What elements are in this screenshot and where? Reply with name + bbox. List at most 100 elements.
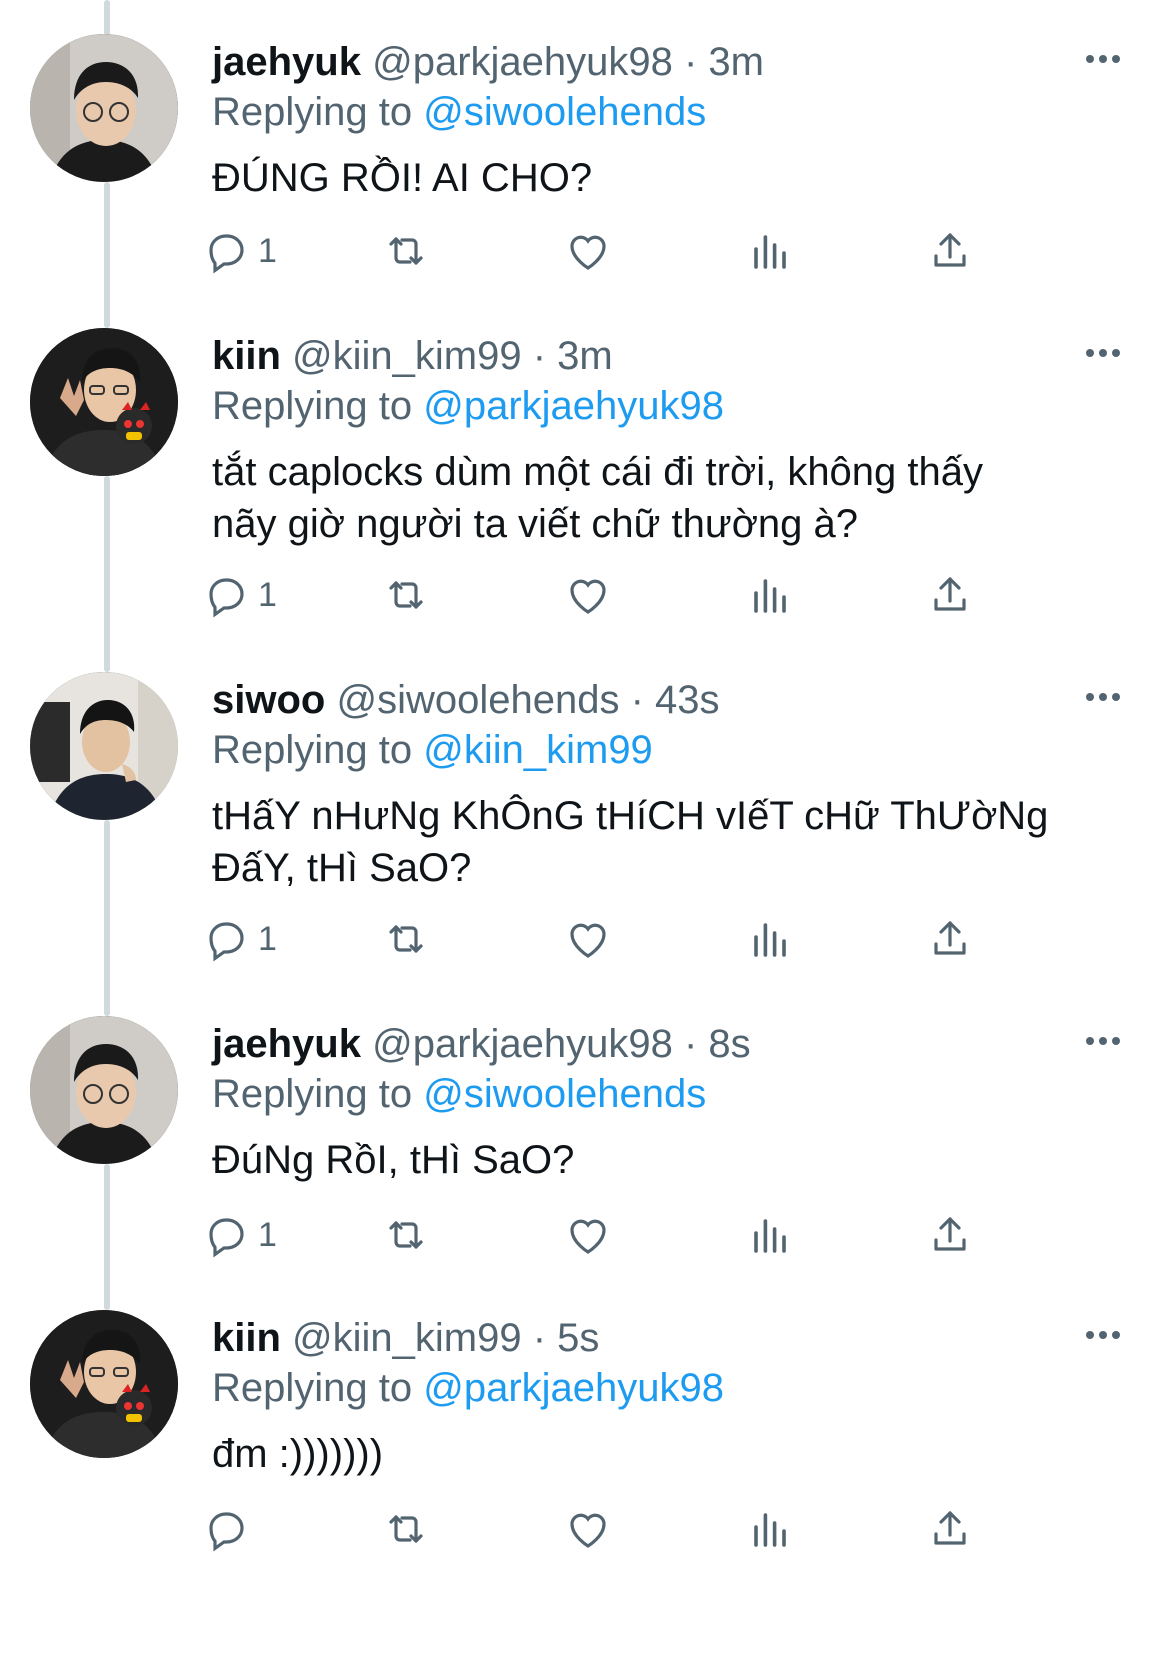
analytics-button[interactable] xyxy=(746,1504,794,1554)
more-icon[interactable] xyxy=(1086,1032,1126,1052)
analytics-icon xyxy=(754,579,786,613)
share-button[interactable] xyxy=(926,1210,974,1260)
thread-line xyxy=(104,0,110,36)
separator-dot: · xyxy=(521,334,558,378)
reply-icon xyxy=(209,578,244,618)
more-icon[interactable] xyxy=(1086,688,1126,708)
retweet-button[interactable] xyxy=(382,1504,430,1554)
retweet-icon xyxy=(389,1515,423,1543)
separator-dot: · xyxy=(672,40,709,84)
heart-icon xyxy=(570,579,606,614)
replying-to: Replying to @siwoolehends xyxy=(212,86,706,138)
reply-button[interactable]: 1 xyxy=(202,226,277,276)
action-bar: 1 xyxy=(209,226,1072,276)
mention-link[interactable]: @siwoolehends xyxy=(423,1072,706,1116)
share-button[interactable] xyxy=(926,1504,974,1554)
thread-line xyxy=(104,476,110,672)
more-icon[interactable] xyxy=(1086,1326,1126,1346)
more-icon[interactable] xyxy=(1086,344,1126,364)
timestamp[interactable]: 8s xyxy=(708,1022,750,1066)
tweet-text: ĐÚNG RỒI! AI CHO? xyxy=(212,156,593,200)
user-handle[interactable]: @kiin_kim99 xyxy=(292,1316,522,1360)
reply-count: 1 xyxy=(258,231,277,270)
action-bar: 1 xyxy=(209,914,1072,964)
reply-icon xyxy=(209,1512,244,1552)
replying-to-label: Replying to xyxy=(212,1366,424,1410)
timestamp[interactable]: 43s xyxy=(655,678,720,722)
analytics-button[interactable] xyxy=(746,1210,794,1260)
analytics-icon xyxy=(754,1219,786,1253)
like-button[interactable] xyxy=(564,914,612,964)
user-handle[interactable]: @siwoolehends xyxy=(336,678,619,722)
user-handle[interactable]: @kiin_kim99 xyxy=(292,334,522,378)
mention-link[interactable]: @siwoolehends xyxy=(423,90,706,134)
analytics-icon xyxy=(754,1513,786,1547)
retweet-button[interactable] xyxy=(382,226,430,276)
heart-icon xyxy=(570,1513,606,1548)
reply-button[interactable]: 1 xyxy=(202,1210,277,1260)
avatar-siwoo[interactable] xyxy=(30,672,178,820)
reply-count: 1 xyxy=(258,575,277,614)
analytics-icon xyxy=(754,923,786,957)
display-name[interactable]: siwoo xyxy=(212,678,325,722)
mention-link[interactable]: @parkjaehyuk98 xyxy=(423,1366,724,1410)
retweet-button[interactable] xyxy=(382,570,430,620)
share-icon xyxy=(934,577,966,611)
like-button[interactable] xyxy=(564,1504,612,1554)
replying-to: Replying to @siwoolehends xyxy=(212,1068,706,1120)
thread-line xyxy=(104,1164,110,1310)
action-bar: 1 xyxy=(209,1210,1072,1260)
tweet-header: jaehyuk @parkjaehyuk98 · 8s xyxy=(212,1018,751,1070)
reply-button[interactable]: 1 xyxy=(202,570,277,620)
like-button[interactable] xyxy=(564,570,612,620)
timestamp[interactable]: 5s xyxy=(557,1316,599,1360)
replying-to-label: Replying to xyxy=(212,384,424,428)
user-handle[interactable]: @parkjaehyuk98 xyxy=(372,1022,673,1066)
tweet-text: ĐúNg RồI, tHì SaO? xyxy=(212,1138,575,1182)
avatar-kiin[interactable] xyxy=(30,328,178,476)
mention-link[interactable]: @parkjaehyuk98 xyxy=(423,384,724,428)
share-icon xyxy=(934,233,966,267)
like-button[interactable] xyxy=(564,1210,612,1260)
avatar-jaehyuk[interactable] xyxy=(30,34,178,182)
share-button[interactable] xyxy=(926,570,974,620)
share-icon xyxy=(934,921,966,955)
retweet-button[interactable] xyxy=(382,914,430,964)
share-button[interactable] xyxy=(926,914,974,964)
analytics-button[interactable] xyxy=(746,570,794,620)
display-name[interactable]: kiin xyxy=(212,334,281,378)
user-handle[interactable]: @parkjaehyuk98 xyxy=(372,40,673,84)
analytics-icon xyxy=(754,235,786,269)
share-icon xyxy=(934,1217,966,1251)
thread-line xyxy=(104,182,110,328)
avatar-jaehyuk[interactable] xyxy=(30,1016,178,1164)
retweet-button[interactable] xyxy=(382,1210,430,1260)
heart-icon xyxy=(570,1219,606,1254)
reply-icon xyxy=(209,922,244,962)
analytics-button[interactable] xyxy=(746,226,794,276)
retweet-icon xyxy=(389,581,423,609)
display-name[interactable]: kiin xyxy=(212,1316,281,1360)
timestamp[interactable]: 3m xyxy=(708,40,764,84)
mention-link[interactable]: @kiin_kim99 xyxy=(423,728,653,772)
timestamp[interactable]: 3m xyxy=(557,334,613,378)
reply-button[interactable]: 1 xyxy=(202,914,277,964)
heart-icon xyxy=(570,235,606,270)
analytics-button[interactable] xyxy=(746,914,794,964)
display-name[interactable]: jaehyuk xyxy=(212,40,361,84)
tweet-text: đm :))))))) xyxy=(212,1432,384,1476)
reply-count: 1 xyxy=(258,1215,277,1254)
replying-to: Replying to @kiin_kim99 xyxy=(212,724,653,776)
like-button[interactable] xyxy=(564,226,612,276)
share-icon xyxy=(934,1511,966,1545)
avatar-kiin[interactable] xyxy=(30,1310,178,1458)
reply-count: 1 xyxy=(258,919,277,958)
share-button[interactable] xyxy=(926,226,974,276)
more-icon[interactable] xyxy=(1086,50,1126,70)
reply-button[interactable] xyxy=(202,1504,258,1554)
display-name[interactable]: jaehyuk xyxy=(212,1022,361,1066)
thread-line xyxy=(104,820,110,1016)
retweet-icon xyxy=(389,237,423,265)
tweet-header: jaehyuk @parkjaehyuk98 · 3m xyxy=(212,36,764,88)
heart-icon xyxy=(570,923,606,958)
